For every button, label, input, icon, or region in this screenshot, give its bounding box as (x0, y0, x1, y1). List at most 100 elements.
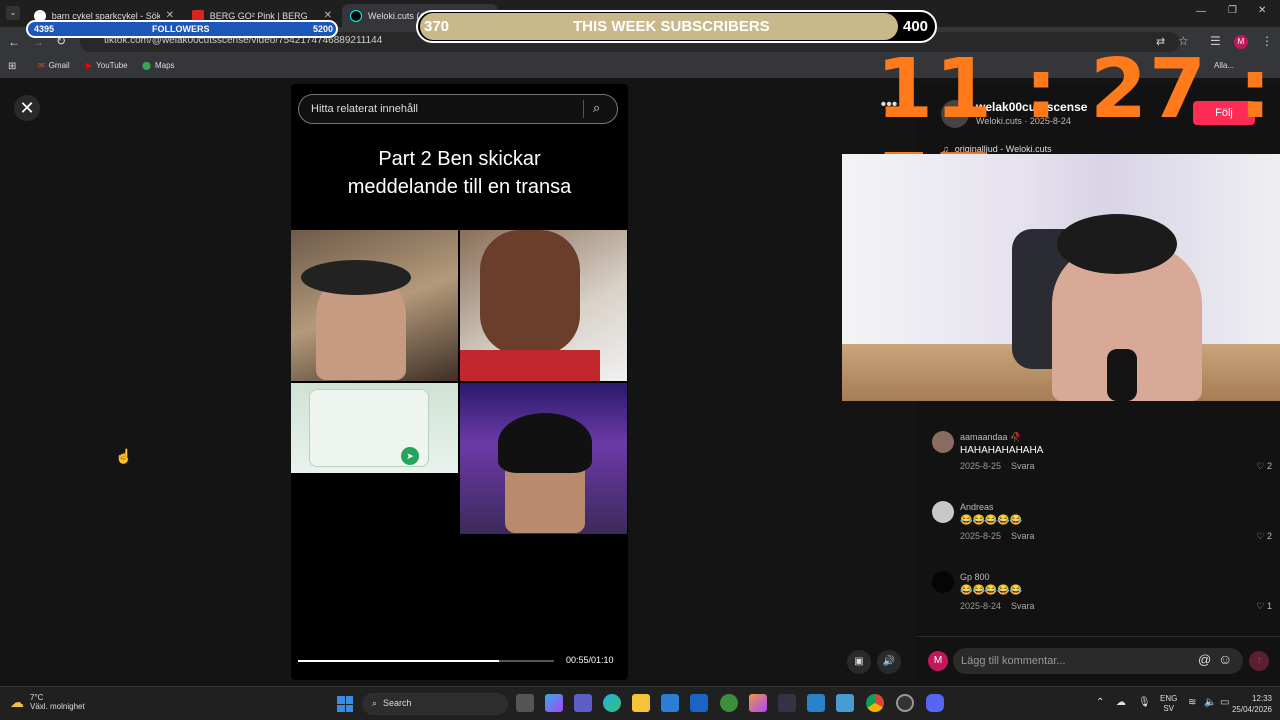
weather-widget[interactable]: ☁ 7°C Växl. molnighet (10, 693, 85, 711)
minimize-button[interactable]: — (1196, 6, 1206, 17)
close-window-button[interactable]: ✕ (1258, 5, 1266, 16)
pip-button[interactable]: ▣ (847, 650, 871, 674)
obs-icon[interactable] (896, 694, 914, 712)
taskbar-search[interactable]: ⌕ Search (362, 693, 508, 715)
reply-button[interactable]: Svara (1011, 531, 1035, 541)
comment-placeholder: Lägg till kommentar... (961, 655, 1066, 667)
mouse-cursor: ☝ (115, 448, 133, 464)
comment-date: 2025-8-25 (960, 461, 1002, 471)
caption-line: meddelande till en transa (347, 176, 572, 198)
discord-icon[interactable] (926, 694, 944, 712)
weather-desc: Växl. molnighet (30, 702, 85, 711)
photos-icon[interactable] (807, 694, 825, 712)
subs-current: 370 (424, 18, 450, 35)
comment-text: HAHAHAHAHAHA (960, 445, 1044, 456)
bookmark-maps[interactable]: ⬤ Maps (142, 61, 175, 70)
followers-goal-bar: 4395 FOLLOWERS 5200 (26, 20, 338, 38)
office-icon[interactable] (749, 694, 767, 712)
restore-button[interactable]: ❐ (1228, 5, 1237, 16)
hair-shape (498, 413, 592, 473)
tray-overflow-icon[interactable]: ⌃ (1096, 697, 1104, 708)
comment-avatar[interactable] (932, 501, 954, 523)
comment-like[interactable]: ♡ 2 (1256, 531, 1272, 542)
tab-search-button[interactable]: ⌄ (6, 6, 20, 20)
video-caption: Part 2 Ben skickar meddelande till en tr… (291, 145, 628, 201)
clock-area[interactable]: 12:33 25/04/2026 (1224, 693, 1272, 715)
comment-avatar[interactable] (932, 431, 954, 453)
comment-avatar[interactable] (932, 571, 954, 593)
subs-label: THIS WEEK SUBSCRIBERS (573, 18, 770, 35)
followers-current: 4395 (34, 24, 55, 34)
speaker-icon[interactable]: 🔈 (1204, 697, 1216, 708)
tab-title: barn cykel sparkcykel - Sök på Google (51, 10, 160, 21)
app-icon[interactable] (778, 694, 796, 712)
send-icon: ➤ (401, 447, 419, 465)
search-divider (583, 100, 584, 118)
heart-icon: ♡ (1256, 531, 1267, 541)
language-indicator[interactable]: ENG SV (1160, 694, 1177, 714)
person-figure (480, 230, 580, 355)
like-count: 2 (1266, 461, 1272, 471)
weather-temp: 7°C (30, 693, 44, 702)
mail-icon[interactable] (690, 694, 708, 712)
like-count: 1 (1266, 601, 1272, 611)
edge-icon[interactable] (603, 694, 621, 712)
send-comment-button[interactable]: ↑ (1249, 651, 1269, 671)
close-video-button[interactable]: ✕ (14, 95, 40, 121)
taskbar-time: 12:33 (1251, 694, 1272, 703)
volume-button[interactable]: 🔊 (877, 650, 901, 674)
heart-icon: ♡ (1256, 461, 1267, 471)
taskbar-date: 25/04/2026 (1231, 705, 1272, 714)
cloud-tray-icon[interactable]: ☁ (1116, 697, 1126, 708)
wifi-icon[interactable]: ≋ (1188, 697, 1196, 708)
video-frame-bottom-right (460, 383, 627, 534)
comment-item: Andreas 😂😂😂😂😂 2025-8-25 Svara ♡ 2 (932, 501, 1272, 541)
comment-item: aamaandaa 🥀 HAHAHAHAHAHA 2025-8-25 Svara… (932, 431, 1272, 471)
file-explorer-icon[interactable] (632, 694, 650, 712)
comment-like[interactable]: ♡ 2 (1256, 461, 1272, 472)
user-avatar[interactable]: M (928, 651, 948, 671)
cap-shape (301, 260, 411, 295)
back-button[interactable]: ← (8, 35, 20, 49)
cap-shape (1057, 214, 1177, 274)
comment-author[interactable]: Gp 800 (960, 572, 990, 582)
search-icon[interactable]: ⌕ (593, 100, 600, 116)
microphone (1107, 349, 1137, 401)
teams-icon[interactable] (574, 694, 592, 712)
bookmark-label: YouTube (96, 61, 128, 70)
mention-icon[interactable]: @ (1198, 652, 1211, 667)
related-search-input[interactable]: Hitta relaterat innehåll (298, 94, 618, 124)
bookmark-youtube[interactable]: ▶ YouTube (86, 61, 128, 70)
heart-icon: ♡ (1256, 601, 1267, 611)
video-frame-top-right (460, 230, 627, 381)
reply-button[interactable]: Svara (1011, 461, 1035, 471)
gmail-icon: ✉ (38, 61, 45, 70)
followers-label: FOLLOWERS (152, 24, 210, 34)
reply-button[interactable]: Svara (1011, 601, 1035, 611)
vpn-icon[interactable] (720, 694, 738, 712)
mic-tray-icon[interactable]: 🎙 (1138, 697, 1151, 708)
comment-like[interactable]: ♡ 1 (1256, 601, 1272, 612)
apps-grid-icon[interactable]: ⊞ (8, 61, 16, 72)
bookmark-gmail[interactable]: ✉ Gmail (38, 61, 70, 70)
comment-date: 2025-8-24 (960, 601, 1002, 611)
caption-line: Part 2 Ben skickar (378, 148, 541, 170)
start-button[interactable] (337, 696, 353, 712)
comment-text: 😂😂😂😂😂 (960, 515, 1023, 526)
like-count: 2 (1266, 531, 1272, 541)
store-icon[interactable] (661, 694, 679, 712)
lang-top: ENG (1160, 694, 1178, 703)
subs-goal: 400 (903, 18, 929, 35)
copilot-icon[interactable] (545, 694, 563, 712)
emoji-icon[interactable]: ☺ (1218, 651, 1232, 667)
gallery-icon[interactable] (836, 694, 854, 712)
task-view-icon[interactable] (516, 694, 534, 712)
comment-author[interactable]: Andreas (960, 502, 994, 512)
webcam-overlay (842, 154, 1280, 401)
video-frame-top-left (291, 230, 458, 381)
search-label: Search (383, 698, 412, 708)
chrome-icon[interactable] (866, 694, 884, 712)
comment-author[interactable]: aamaandaa 🥀 (960, 432, 1021, 443)
tab-title: BERG GO² Pink | BERG (209, 10, 308, 21)
tiktok-icon (350, 9, 362, 22)
